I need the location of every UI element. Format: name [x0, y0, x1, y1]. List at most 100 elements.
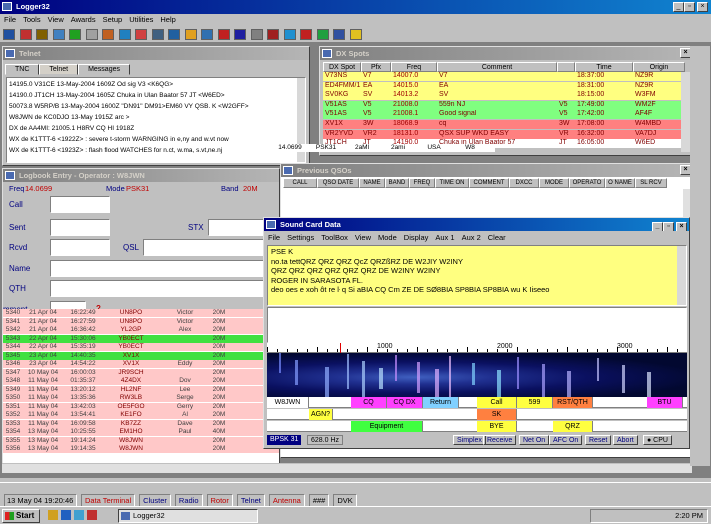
toolbar-button-icon[interactable]	[52, 29, 65, 40]
dxspots-col-header[interactable]	[557, 62, 575, 72]
menu-file[interactable]: File	[4, 14, 16, 26]
sound-menu-clear[interactable]: Clear	[488, 233, 506, 242]
toolbar-button-icon[interactable]	[267, 29, 279, 40]
toolbar-button-icon[interactable]	[184, 29, 197, 40]
afc-marker[interactable]	[340, 343, 341, 353]
dxspot-row[interactable]: V51AS V5 21008.1 Good signal V5 17:42:00 AF4F	[323, 110, 691, 120]
dxspots-col-header[interactable]: Time	[575, 62, 633, 72]
telnet-tab-telnet[interactable]: Telnet	[39, 64, 79, 75]
toolbar-button-icon[interactable]	[217, 29, 230, 40]
taskbar-logger-button[interactable]: Logger32	[118, 509, 258, 523]
menu-view[interactable]: View	[48, 14, 64, 26]
log-row[interactable]: 5342 21 Apr 04 16:36:42 YL2GP Alex 20M	[3, 326, 279, 334]
minimize-button[interactable]: _	[673, 2, 684, 12]
prevqso-col-header[interactable]: BAND	[385, 178, 409, 188]
telnet-tab-messages[interactable]: Messages	[78, 64, 130, 75]
status-btn-reset[interactable]: Reset	[585, 435, 612, 445]
sound-menu-mode[interactable]: Mode	[378, 233, 397, 242]
ie-icon[interactable]	[61, 510, 71, 520]
toolbar-button-icon[interactable]	[118, 29, 131, 40]
status-btn-simplex[interactable]: Simplex	[453, 435, 486, 445]
toolbar-button-icon[interactable]	[102, 29, 114, 40]
log-row[interactable]: 5350 11 May 04 13:35:36 RW3LB Serge 20M	[3, 394, 279, 402]
macro-button[interactable]: CQ DX	[387, 397, 423, 408]
log-row[interactable]: 5354 13 May 04 10:25:55 EM1HO Paul 40M	[3, 428, 279, 436]
status-btn-neton[interactable]: Net On	[519, 435, 550, 445]
log-row[interactable]: 5346 23 Apr 04 14:54:22 XV1X Eddy 20M	[3, 360, 279, 368]
macro-button[interactable]: SK	[477, 409, 517, 420]
macro-button[interactable]: Return	[423, 397, 459, 408]
prevqso-col-header[interactable]: OPERATO	[569, 178, 605, 188]
log-row[interactable]: 5341 21 Apr 04 16:27:59 UN8PO Victor 20M	[3, 317, 279, 326]
prevqso-col-header[interactable]: SL RCV	[635, 178, 667, 188]
menu-tools[interactable]: Tools	[23, 14, 41, 26]
sound-menu-settings[interactable]: Settings	[287, 233, 314, 242]
log-input-2[interactable]	[50, 239, 110, 256]
prevqso-col-header[interactable]: TIME ON	[435, 178, 469, 188]
dxspots-col-header[interactable]: Pfx	[361, 62, 391, 72]
dxspot-row[interactable]: XV1X 3W 18068.9 cq 3W 17:08:00 W4MBD	[323, 120, 691, 129]
macro-button[interactable]: Call	[477, 397, 517, 408]
log-row[interactable]: 5340 21 Apr 04 16:22:49 UN8PO Victor 20M	[3, 309, 279, 317]
toolbar-button-icon[interactable]	[69, 29, 81, 40]
menu-utilities[interactable]: Utilities	[129, 14, 153, 26]
log-input-4[interactable]	[50, 280, 278, 297]
mdi-vscroll[interactable]	[690, 46, 710, 466]
media-icon[interactable]	[87, 510, 97, 520]
macro-button[interactable]: BYE	[477, 421, 517, 432]
waterfall[interactable]	[267, 353, 687, 397]
menu-help[interactable]: Help	[160, 14, 175, 26]
sound-menu-file[interactable]: File	[268, 233, 280, 242]
toolbar-button-icon[interactable]	[283, 29, 296, 40]
toolbar-button-icon[interactable]	[300, 29, 312, 40]
macro-button[interactable]: AGN?	[309, 409, 333, 420]
log-row[interactable]: 5352 11 May 04 13:54:41 KE1FO Al 20M	[3, 411, 279, 419]
outlook-icon[interactable]	[74, 510, 84, 520]
log-row[interactable]: 5349 11 May 04 13:20:12 HL2NF Lee 20M	[3, 385, 279, 394]
macro-button[interactable]: QRZ	[553, 421, 593, 432]
start-button[interactable]: Start	[2, 509, 40, 523]
tx-text[interactable]	[267, 307, 687, 343]
macro-button[interactable]: BTU	[647, 397, 683, 408]
status-btn-cpu[interactable]: ● CPU	[643, 435, 672, 445]
menu-setup[interactable]: Setup	[103, 14, 123, 26]
status-btn-abort[interactable]: Abort	[613, 435, 638, 445]
soundcard-maximize-button[interactable]: ▫	[663, 222, 674, 231]
prevqso-col-header[interactable]: MODE	[539, 178, 569, 188]
dxspots-col-header[interactable]: Origin	[633, 62, 685, 72]
prevqso-col-header[interactable]: QSO DATE	[317, 178, 359, 188]
stx-input[interactable]	[208, 219, 268, 236]
log-row[interactable]: 5353 11 May 04 16:09:58 KB7ZZ Dave 20M	[3, 419, 279, 428]
log-input-0[interactable]	[50, 196, 110, 213]
sound-menu-view[interactable]: View	[355, 233, 371, 242]
log-input-1[interactable]	[50, 219, 110, 236]
prevqso-col-header[interactable]: O NAME	[605, 178, 635, 188]
macro-button[interactable]: Equipment	[351, 421, 423, 432]
dxspot-row[interactable]: ED4FMM/1 EA 14015.0 EA 18:31:00 NZ9R	[323, 81, 691, 91]
toolbar-button-icon[interactable]	[151, 29, 164, 40]
prevqso-col-header[interactable]: DXCC	[509, 178, 539, 188]
toolbar-button-icon[interactable]	[234, 29, 246, 40]
soundcard-minimize-button[interactable]: _	[652, 222, 663, 231]
sound-menu-aux2[interactable]: Aux 2	[462, 233, 481, 242]
macro-button[interactable]: 599	[517, 397, 553, 408]
log-row[interactable]: 5356 13 May 04 19:14:35 W8JWN 20M	[3, 445, 279, 453]
macro-button[interactable]: CQ	[351, 397, 387, 408]
log-row[interactable]: 5344 22 Apr 04 15:35:19 YB0ECT 20M	[3, 343, 279, 351]
toolbar-button-icon[interactable]	[250, 29, 263, 40]
toolbar-button-icon[interactable]	[85, 29, 98, 40]
maximize-button[interactable]: ▫	[684, 2, 695, 12]
log-row[interactable]: 5348 11 May 04 01:35:37 4Z4DX Dov 20M	[3, 377, 279, 385]
toolbar-button-icon[interactable]	[3, 29, 15, 40]
dxspot-row[interactable]: VR2YVD VR2 18131.0 QSX SUP WKD EASY VR 16:32:…	[323, 129, 691, 139]
log-row[interactable]: 5343 22 Apr 04 15:30:06 YB0ECT 20M	[3, 334, 279, 343]
prevqso-col-header[interactable]: CALL	[283, 178, 317, 188]
close-button[interactable]: ×	[697, 2, 708, 12]
dxspots-col-header[interactable]: Comment	[437, 62, 557, 72]
quicklaunch-icon[interactable]	[48, 510, 58, 520]
log-input-3[interactable]	[50, 260, 278, 277]
rx-scrollbar[interactable]	[677, 246, 686, 305]
toolbar-button-icon[interactable]	[201, 29, 213, 40]
toolbar-button-icon[interactable]	[333, 29, 345, 40]
prevqso-col-header[interactable]: FREQ	[409, 178, 435, 188]
